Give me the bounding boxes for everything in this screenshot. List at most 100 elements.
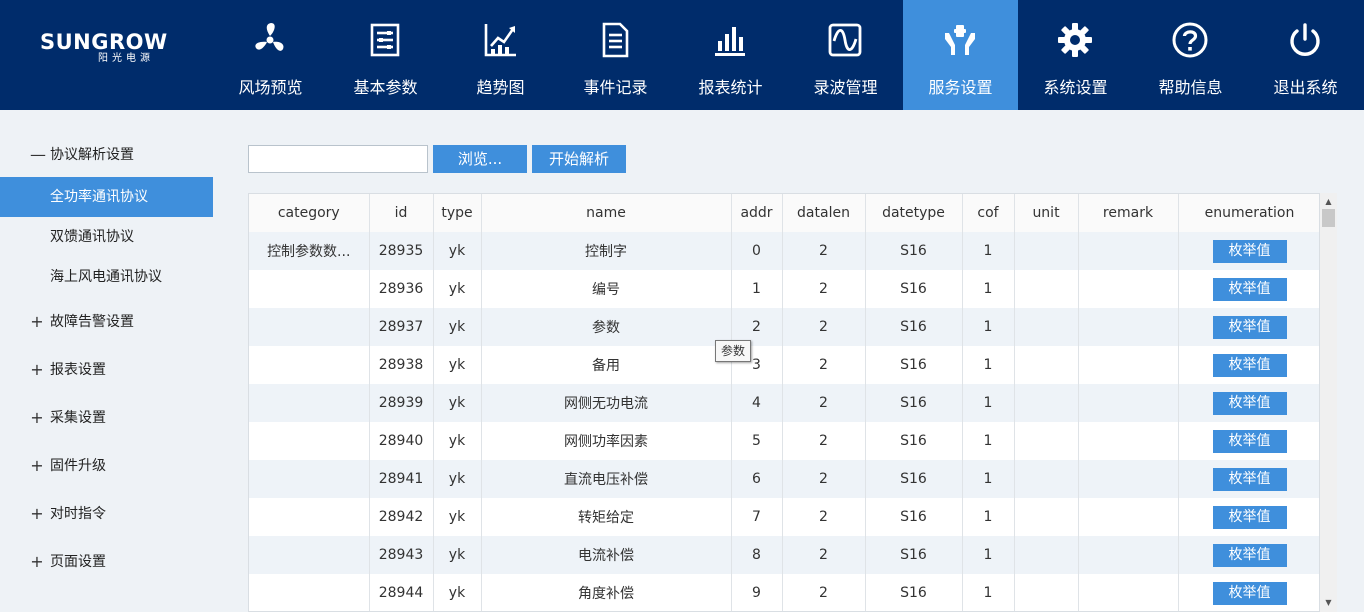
enumeration-button[interactable]: 枚举值 [1212,467,1287,491]
cell-datetype: S16 [865,574,963,611]
start-parse-button[interactable]: 开始解析 [532,145,626,173]
nav-item-2[interactable]: 趋势图 [443,0,558,110]
cell-remark [1078,536,1179,574]
enumeration-button[interactable]: 枚举值 [1212,543,1287,567]
sidebar-group-label: 页面设置 [50,554,106,570]
sidebar-group-3[interactable]: + 采集设置 [0,397,213,437]
cell-id: 28939 [369,384,434,422]
cell-type: yk [433,270,482,308]
nav-item-3[interactable]: 事件记录 [558,0,673,110]
sidebar-group-4[interactable]: + 固件升级 [0,445,213,485]
cell-datetype: S16 [865,384,963,422]
sidebar: — 协议解析设置 全功率通讯协议 双馈通讯协议 海上风电通讯协议 + 故障告警设置 + 报表设置… [0,110,213,612]
document-icon [596,21,634,59]
cell-enumeration: 枚举值 [1178,384,1319,422]
sidebar-group-1[interactable]: + 故障告警设置 [0,301,213,341]
cell-datalen: 2 [782,232,866,270]
table-header-row: category id type name addr datalen datetype cof… [249,194,1319,232]
nav-item-1[interactable]: 基本参数 [328,0,443,110]
scroll-up-arrow-icon[interactable]: ▲ [1320,195,1337,209]
cell-datetype: S16 [865,232,963,270]
cell-addr: 1 [731,270,783,308]
nav-item-7[interactable]: 系统设置 [1018,0,1133,110]
cell-unit [1014,422,1079,460]
sidebar-group-label: 采集设置 [50,410,106,426]
cell-unit [1014,536,1079,574]
enumeration-button[interactable]: 枚举值 [1212,581,1287,605]
cell-addr: 4 [731,384,783,422]
sidebar-group-5[interactable]: + 对时指令 [0,493,213,533]
column-header-addr: addr [731,194,783,232]
nav-item-0[interactable]: 风场预览 [213,0,328,110]
sidebar-group-label: 报表设置 [50,362,106,378]
nav-item-6[interactable]: 服务设置 [903,0,1018,110]
cell-remark [1078,384,1179,422]
sidebar-item-0-2[interactable]: 海上风电通讯协议 [0,257,213,297]
enumeration-button[interactable]: 枚举值 [1212,391,1287,415]
vertical-scrollbar[interactable]: ▲ ▼ [1320,193,1337,612]
cell-cof: 1 [962,346,1015,384]
enumeration-button[interactable]: 枚举值 [1212,277,1287,301]
cell-enumeration: 枚举值 [1178,498,1319,536]
cell-remark [1078,346,1179,384]
column-header-enumeration: enumeration [1178,194,1319,232]
cell-unit [1014,460,1079,498]
cell-name: 备用 [481,346,732,384]
cell-type: yk [433,498,482,536]
cell-type: yk [433,308,482,346]
sidebar-item-0-0[interactable]: 全功率通讯协议 [0,177,213,217]
sidebar-group-label: 固件升级 [50,458,106,474]
cell-type: yk [433,422,482,460]
sidebar-item-0-1[interactable]: 双馈通讯协议 [0,217,213,257]
cell-category [249,574,370,611]
expand-icon: + [30,407,44,427]
cell-cof: 1 [962,232,1015,270]
cell-type: yk [433,346,482,384]
power-icon [1286,21,1324,59]
main-area: — 协议解析设置 全功率通讯协议 双馈通讯协议 海上风电通讯协议 + 故障告警设置 + 报表设置… [0,110,1364,612]
cell-category [249,422,370,460]
nav-item-4[interactable]: 报表统计 [673,0,788,110]
cell-name: 网侧功率因素 [481,422,732,460]
scrollbar-thumb[interactable] [1322,209,1335,227]
gear-icon [1056,21,1094,59]
sidebar-group-label: 故障告警设置 [50,314,134,330]
sidebar-group-6[interactable]: + 页面设置 [0,541,213,581]
cell-addr: 0 [731,232,783,270]
cell-enumeration: 枚举值 [1178,308,1319,346]
enumeration-button[interactable]: 枚举值 [1212,239,1287,263]
enumeration-button[interactable]: 枚举值 [1212,315,1287,339]
nav-item-5[interactable]: 录波管理 [788,0,903,110]
enumeration-button[interactable]: 枚举值 [1212,505,1287,529]
column-header-name: name [481,194,732,232]
protocol-table: category id type name addr datalen datetype cof… [248,193,1320,612]
cell-datetype: S16 [865,498,963,536]
nav-item-8[interactable]: 帮助信息 [1133,0,1248,110]
sidebar-group-2[interactable]: + 报表设置 [0,349,213,389]
cell-enumeration: 枚举值 [1178,270,1319,308]
cell-datetype: S16 [865,308,963,346]
cell-cof: 1 [962,308,1015,346]
fan-icon [251,21,289,59]
file-path-input[interactable] [248,145,428,173]
cell-category [249,384,370,422]
nav-item-9[interactable]: 退出系统 [1248,0,1363,110]
column-header-datalen: datalen [782,194,866,232]
sidebar-group-label: 对时指令 [50,506,106,522]
cell-datetype: S16 [865,346,963,384]
sidebar-group-0[interactable]: — 协议解析设置 [0,134,213,174]
enumeration-button[interactable]: 枚举值 [1212,429,1287,453]
browse-button[interactable]: 浏览... [433,145,527,173]
cell-addr: 9 [731,574,783,611]
cell-name: 角度补偿 [481,574,732,611]
column-header-cof: cof [962,194,1015,232]
enumeration-button[interactable]: 枚举值 [1212,353,1287,377]
column-header-unit: unit [1014,194,1079,232]
cell-enumeration: 枚举值 [1178,346,1319,384]
cell-unit [1014,308,1079,346]
column-header-category: category [249,194,370,232]
scroll-down-arrow-icon[interactable]: ▼ [1320,596,1337,610]
cell-id: 28940 [369,422,434,460]
cell-name: 网侧无功电流 [481,384,732,422]
cell-name: 转矩给定 [481,498,732,536]
